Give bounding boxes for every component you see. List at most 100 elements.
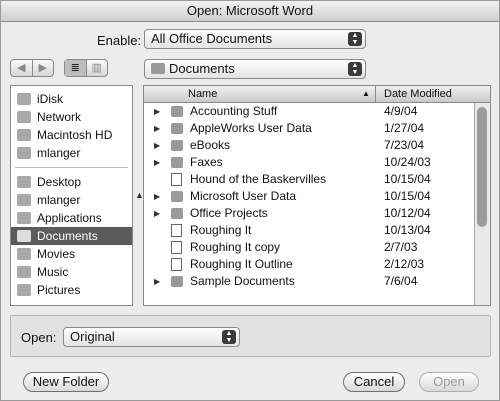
sidebar-item-label: mlanger [37, 193, 81, 207]
sidebar-item-music[interactable]: Music [11, 263, 132, 281]
name-column-header[interactable]: Name [188, 86, 217, 102]
disclosure-triangle-icon[interactable]: ▶ [154, 103, 160, 120]
open-options-panel: Open: Original ▲ ▼ [10, 315, 491, 357]
sidebar-item-documents[interactable]: Documents [11, 227, 132, 245]
folder-icon [171, 157, 183, 168]
sidebar-item-network[interactable]: Network [11, 108, 132, 126]
scrollbar-thumb[interactable] [477, 107, 487, 227]
popup-arrows-icon: ▲ ▼ [348, 32, 362, 46]
open-mode-popup[interactable]: Original ▲ ▼ [63, 327, 240, 347]
vertical-scrollbar[interactable] [474, 103, 490, 305]
sidebar-item-label: Macintosh HD [37, 128, 113, 142]
sidebar-item-label: Desktop [37, 175, 82, 189]
file-date: 7/23/04 [384, 138, 425, 152]
file-date: 10/15/04 [384, 189, 431, 203]
view-control: ≣ ▥ [64, 59, 108, 77]
column-divider[interactable] [375, 86, 376, 102]
table-row[interactable]: ▶ Sample Documents 7/6/04 [144, 273, 474, 290]
sort-ascending-icon: ▲ [362, 89, 370, 98]
cancel-button[interactable]: Cancel [343, 372, 405, 392]
folder-icon [171, 123, 183, 134]
back-button[interactable]: ◀ [11, 60, 32, 76]
table-row[interactable]: ▶ eBooks 7/23/04 [144, 137, 474, 154]
file-date: 7/6/04 [384, 274, 418, 288]
location-popup[interactable]: Documents ▲ ▼ [144, 59, 366, 79]
file-rows: ▶ Accounting Stuff 4/9/04 ▶ AppleWorks User… [144, 103, 474, 290]
table-row[interactable]: ▶ Accounting Stuff 4/9/04 [144, 103, 474, 120]
popup-arrows-icon: ▲ ▼ [348, 62, 362, 76]
document-icon [171, 241, 182, 254]
sidebar-item-label: Network [37, 110, 82, 124]
pictures-icon [17, 284, 31, 296]
list-view-button[interactable]: ≣ [65, 60, 86, 76]
file-date: 10/12/04 [384, 206, 431, 220]
file-date: 10/24/03 [384, 155, 431, 169]
date-column-header[interactable]: Date Modified [384, 86, 452, 102]
disclosure-triangle-icon[interactable]: ▶ [154, 188, 160, 205]
file-date: 1/27/04 [384, 121, 425, 135]
table-row[interactable]: ▶ AppleWorks User Data 1/27/04 [144, 120, 474, 137]
disclosure-triangle-icon[interactable]: ▶ [154, 154, 160, 171]
column-view-button[interactable]: ▥ [85, 60, 108, 76]
forward-button[interactable]: ▶ [31, 60, 54, 76]
sidebar-item-applications[interactable]: Applications [11, 209, 132, 227]
sidebar-item-label: Music [37, 265, 69, 279]
open-label: Open: [21, 330, 57, 345]
file-date: 2/12/03 [384, 257, 425, 271]
music-icon [17, 266, 31, 278]
disclosure-triangle-icon[interactable]: ▶ [154, 137, 160, 154]
table-row[interactable]: Roughing It copy 2/7/03 [144, 239, 474, 256]
applications-icon [17, 212, 31, 224]
enable-popup-value: All Office Documents [151, 31, 273, 46]
home-icon [17, 194, 31, 206]
open-dialog: Open: Microsoft Word Enable: All Office … [0, 0, 500, 401]
file-name: Roughing It [190, 223, 252, 237]
window-title: Open: Microsoft Word [1, 1, 499, 22]
file-name: Office Projects [190, 206, 268, 220]
file-date: 10/15/04 [384, 172, 431, 186]
sidebar-item-pictures[interactable]: Pictures [11, 281, 132, 299]
sidebar-item-macintosh-hd[interactable]: Macintosh HD [11, 126, 132, 144]
file-name: Hound of the Baskervilles [190, 172, 327, 186]
new-folder-button[interactable]: New Folder [23, 372, 109, 392]
file-name: Faxes [190, 155, 223, 169]
sidebar-item-label: Pictures [37, 283, 81, 297]
table-row[interactable]: ▶ Microsoft User Data 10/15/04 [144, 188, 474, 205]
open-button[interactable]: Open [419, 372, 479, 392]
documents-icon [17, 230, 31, 242]
sidebar-item-idisk[interactable]: iDisk [11, 90, 132, 108]
file-name: Accounting Stuff [190, 104, 278, 118]
back-forward-control: ◀ ▶ [10, 59, 54, 77]
folder-icon [171, 276, 183, 287]
folder-icon [171, 140, 183, 151]
file-name: eBooks [190, 138, 231, 152]
harddisk-icon [17, 129, 31, 141]
movies-icon [17, 248, 31, 260]
sidebar-item-movies[interactable]: Movies [11, 245, 132, 263]
disclosure-triangle-icon[interactable]: ▶ [154, 205, 160, 222]
enable-label: Enable: [97, 33, 142, 48]
enable-row: Enable: All Office Documents ▲ ▼ [1, 29, 499, 51]
file-name: Microsoft User Data [190, 189, 297, 203]
location-popup-value: Documents [169, 61, 235, 76]
sidebar-item-mlanger-home[interactable]: mlanger [11, 191, 132, 209]
table-row[interactable]: Hound of the Baskervilles 10/15/04 [144, 171, 474, 188]
popup-arrows-icon: ▲ ▼ [222, 330, 236, 344]
disclosure-triangle-icon[interactable]: ▶ [154, 120, 160, 137]
table-row[interactable]: Roughing It 10/13/04 [144, 222, 474, 239]
network-icon [17, 111, 31, 123]
table-row[interactable]: ▶ Faxes 10/24/03 [144, 154, 474, 171]
file-list-header: Name ▲ Date Modified [144, 86, 490, 103]
disclosure-triangle-icon[interactable]: ▶ [154, 273, 160, 290]
table-row[interactable]: ▶ Office Projects 10/12/04 [144, 205, 474, 222]
sidebar-item-desktop[interactable]: Desktop [11, 173, 132, 191]
open-mode-value: Original [70, 329, 115, 344]
table-row[interactable]: Roughing It Outline 2/12/03 [144, 256, 474, 273]
enable-popup[interactable]: All Office Documents ▲ ▼ [144, 29, 366, 49]
folder-icon [171, 191, 183, 202]
folder-icon [151, 63, 165, 74]
folder-icon [171, 106, 183, 117]
sidebar-item-mlanger-disk[interactable]: mlanger [11, 144, 132, 162]
file-list: Name ▲ Date Modified ▶ Accounting Stuff 4/… [143, 85, 491, 306]
document-icon [171, 224, 182, 237]
